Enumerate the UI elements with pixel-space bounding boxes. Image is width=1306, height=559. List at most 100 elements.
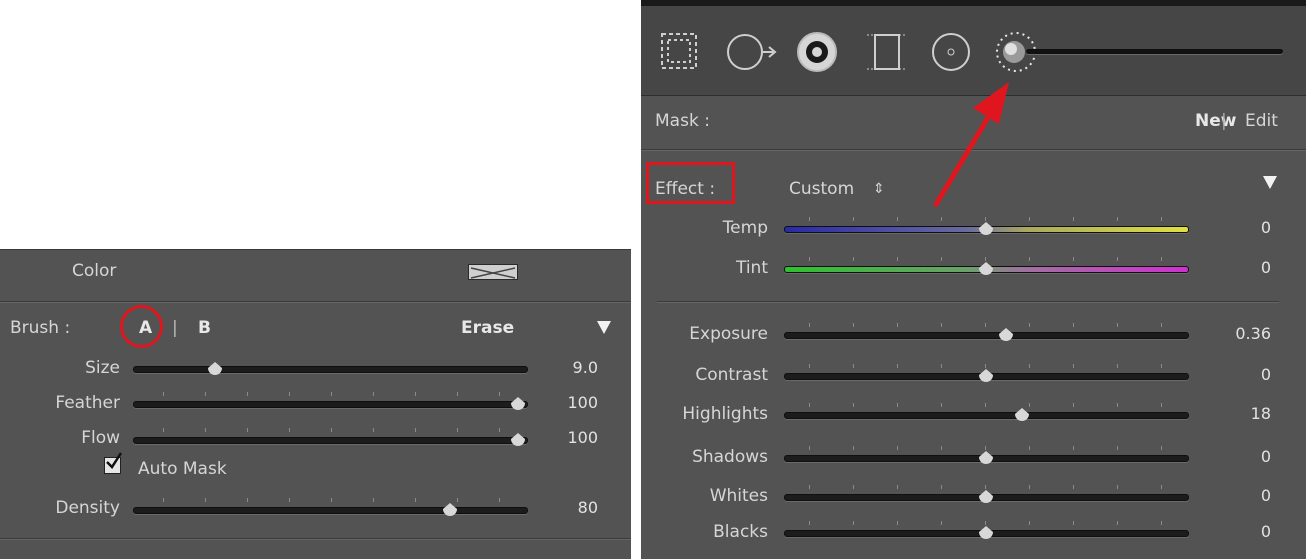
slider-tick — [853, 521, 854, 525]
slider-tick — [1029, 403, 1030, 407]
slider-tick — [1161, 364, 1162, 368]
section-divider — [0, 301, 631, 303]
whites-value[interactable]: 0 — [1201, 486, 1271, 506]
temp-value[interactable]: 0 — [1201, 218, 1271, 238]
exposure-slider-track[interactable] — [784, 332, 1189, 339]
size-slider-track[interactable] — [133, 366, 528, 373]
flow-value[interactable]: 100 — [540, 428, 598, 448]
slider-tick — [1029, 364, 1030, 368]
contrast-value[interactable]: 0 — [1201, 365, 1271, 385]
slider-tick — [985, 521, 986, 525]
feather-slider-ticks — [133, 392, 526, 396]
temp-label: Temp — [722, 218, 768, 238]
density-value[interactable]: 80 — [540, 498, 598, 518]
slider-tick — [1117, 521, 1118, 525]
slider-tick — [1073, 257, 1074, 261]
checkmark-icon — [106, 452, 123, 469]
slider-tick — [499, 498, 500, 502]
slider-tick — [1073, 323, 1074, 327]
slider-tick — [1117, 403, 1118, 407]
exposure-label: Exposure — [689, 324, 768, 344]
slider-tick — [205, 498, 206, 502]
slider-tick — [809, 521, 810, 525]
brush-separator: | — [172, 318, 178, 338]
auto-mask-label[interactable]: Auto Mask — [138, 459, 227, 479]
slider-tick — [809, 403, 810, 407]
tint-value[interactable]: 0 — [1201, 258, 1271, 278]
slider-tick — [897, 403, 898, 407]
mask-new-button[interactable]: New — [1195, 111, 1236, 131]
mask-edit-button[interactable]: Edit — [1245, 111, 1278, 131]
slider-tick — [897, 521, 898, 525]
slider-tick — [1073, 485, 1074, 489]
flow-slider-track[interactable] — [133, 437, 528, 444]
slider-tick — [985, 323, 986, 327]
shadows-value[interactable]: 0 — [1201, 447, 1271, 467]
annotation-arrow — [932, 82, 1009, 208]
slider-tick — [1117, 217, 1118, 221]
slider-tick — [373, 498, 374, 502]
exposure-value[interactable]: 0.36 — [1201, 324, 1271, 344]
crop-overlay-icon[interactable] — [656, 28, 702, 74]
color-swatch[interactable] — [468, 264, 518, 280]
size-label: Size — [85, 358, 120, 378]
slider-tick — [331, 392, 332, 396]
highlights-value[interactable]: 18 — [1201, 404, 1271, 424]
slider-tick — [897, 323, 898, 327]
no-color-icon — [470, 267, 516, 279]
blacks-value[interactable]: 0 — [1201, 522, 1271, 542]
size-value[interactable]: 9.0 — [540, 358, 598, 378]
slider-tick — [985, 257, 986, 261]
flow-label: Flow — [81, 428, 120, 448]
slider-tick — [1161, 521, 1162, 525]
auto-mask-checkbox[interactable] — [104, 452, 123, 474]
slider-tick — [457, 428, 458, 432]
slider-tick — [205, 428, 206, 432]
slider-tick — [289, 392, 290, 396]
slider-tick — [289, 498, 290, 502]
panel-collapse-triangle-icon[interactable] — [597, 321, 611, 334]
brush-size-slider[interactable] — [1026, 49, 1283, 54]
spot-removal-icon[interactable] — [725, 30, 781, 74]
slider-tick — [809, 364, 810, 368]
radial-filter-icon[interactable] — [928, 29, 974, 75]
feather-slider-track[interactable] — [133, 401, 528, 408]
highlights-slider-track[interactable] — [784, 412, 1189, 419]
slider-tick — [1029, 446, 1030, 450]
slider-tick — [941, 217, 942, 221]
graduated-filter-icon[interactable] — [865, 29, 909, 75]
slider-tick — [373, 428, 374, 432]
density-slider-track[interactable] — [133, 507, 528, 514]
effect-preset-arrows-icon[interactable]: ⇕ — [873, 179, 885, 199]
whites-label: Whites — [709, 486, 768, 506]
slider-tick — [1073, 446, 1074, 450]
shadows-slider-ticks — [784, 446, 1187, 450]
slider-tick — [853, 323, 854, 327]
slider-tick — [853, 257, 854, 261]
slider-tick — [985, 485, 986, 489]
brush-label: Brush : — [10, 318, 71, 338]
slider-tick — [1117, 323, 1118, 327]
slider-tick — [809, 217, 810, 221]
slider-tick — [289, 428, 290, 432]
erase-button[interactable]: Erase — [461, 318, 514, 338]
slider-tick — [853, 485, 854, 489]
slider-tick — [897, 446, 898, 450]
slider-tick — [1029, 323, 1030, 327]
slider-tick — [247, 392, 248, 396]
slider-tick — [897, 364, 898, 368]
feather-value[interactable]: 100 — [540, 393, 598, 413]
slider-tick — [985, 446, 986, 450]
slider-tick — [1161, 217, 1162, 221]
slider-tick — [1073, 521, 1074, 525]
slider-tick — [415, 428, 416, 432]
shadows-label: Shadows — [692, 447, 768, 467]
slider-tick — [373, 392, 374, 396]
effect-collapse-triangle-icon[interactable] — [1263, 176, 1277, 189]
slider-tick — [941, 323, 942, 327]
brush-b-button[interactable]: B — [198, 318, 211, 338]
effect-preset-value[interactable]: Custom — [789, 179, 854, 199]
annotation-rectangle — [646, 162, 735, 204]
red-eye-icon[interactable] — [794, 29, 840, 75]
slider-tick — [809, 485, 810, 489]
